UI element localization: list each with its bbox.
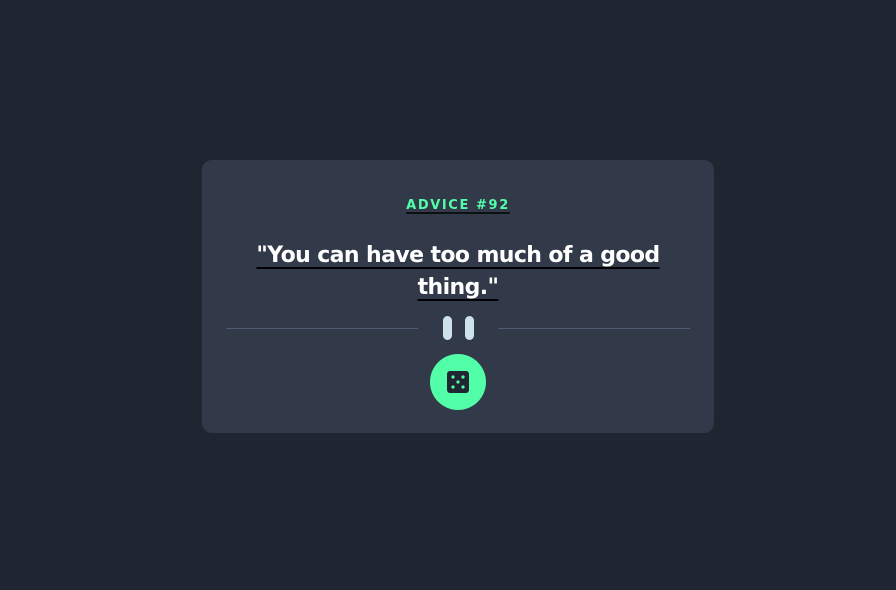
- advice-quote: "You can have too much of a good thing.": [256, 243, 660, 300]
- advice-number: ADVICE #92: [406, 198, 510, 213]
- divider: [226, 316, 690, 340]
- advice-card: ADVICE #92 "You can have too much of a g…: [202, 160, 714, 433]
- divider-line-left: [226, 328, 418, 329]
- dice-icon: [447, 371, 469, 393]
- pause-icon: [443, 316, 475, 340]
- generate-advice-button[interactable]: [430, 354, 486, 410]
- pause-bar-right: [465, 316, 474, 340]
- pause-bar-left: [443, 316, 452, 340]
- divider-line-right: [498, 328, 690, 329]
- page: ADVICE #92 "You can have too much of a g…: [0, 0, 896, 590]
